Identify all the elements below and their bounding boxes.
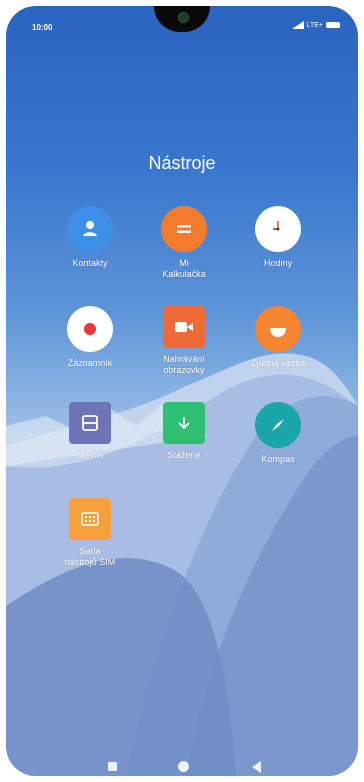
scanner-icon (69, 402, 111, 444)
battery-icon (326, 22, 340, 28)
app-label: Kompas (261, 454, 295, 464)
download-icon (163, 402, 205, 444)
compass-icon (255, 402, 301, 448)
app-sada-nastroju-sim[interactable]: Sada nástrojů SIM (50, 498, 130, 568)
app-stazene[interactable]: Stažené (144, 402, 224, 461)
app-skener[interactable]: Skener (50, 402, 130, 461)
home-circle-icon[interactable] (178, 761, 189, 772)
app-hodiny[interactable]: Hodiny (238, 206, 318, 269)
feedback-icon (255, 306, 301, 352)
status-indicators: LTE+ (291, 21, 340, 29)
app-label: Záznamník (67, 358, 113, 368)
recents-square-icon[interactable] (108, 762, 117, 771)
sim-toolkit-icon (69, 498, 111, 540)
app-kontakty[interactable]: Kontakty (50, 206, 130, 269)
app-label: Stažené (167, 450, 201, 460)
app-label: Mi Kalkulačka (162, 258, 206, 279)
wallpaper-dunes (6, 353, 358, 776)
app-zaznamnik[interactable]: Záznamník (50, 306, 130, 369)
app-label: Sada nástrojů SIM (64, 546, 116, 567)
front-camera (178, 12, 189, 23)
navigation-bar (6, 761, 358, 775)
app-label: Nahrávání obrazovky (163, 354, 205, 375)
clock-icon (255, 206, 301, 252)
app-label: Zpětná vazba (250, 358, 306, 368)
app-label: Skener (75, 450, 105, 460)
record-icon (67, 306, 113, 352)
app-nahravani-obrazovky[interactable]: Nahrávání obrazovky (144, 306, 224, 376)
folder-title: Nástroje (148, 153, 216, 173)
app-kompas[interactable]: Kompas (238, 402, 318, 465)
video-camera-icon (163, 306, 205, 348)
app-zpetna-vazba[interactable]: Zpětná vazba (238, 306, 318, 369)
phone-screen: 10:00 LTE+ Nástroje Kontakty Mi Kalkulač… (6, 6, 358, 776)
signal-icon (291, 21, 304, 29)
status-time: 10:00 (32, 23, 53, 32)
app-label: Kontakty (72, 258, 108, 268)
person-icon (67, 206, 113, 252)
network-type-label: LTE+ (306, 21, 323, 29)
back-triangle-icon[interactable] (252, 761, 261, 773)
app-mi-kalkulacka[interactable]: Mi Kalkulačka (144, 206, 224, 280)
app-label: Hodiny (263, 258, 292, 268)
calculator-icon (161, 206, 207, 252)
